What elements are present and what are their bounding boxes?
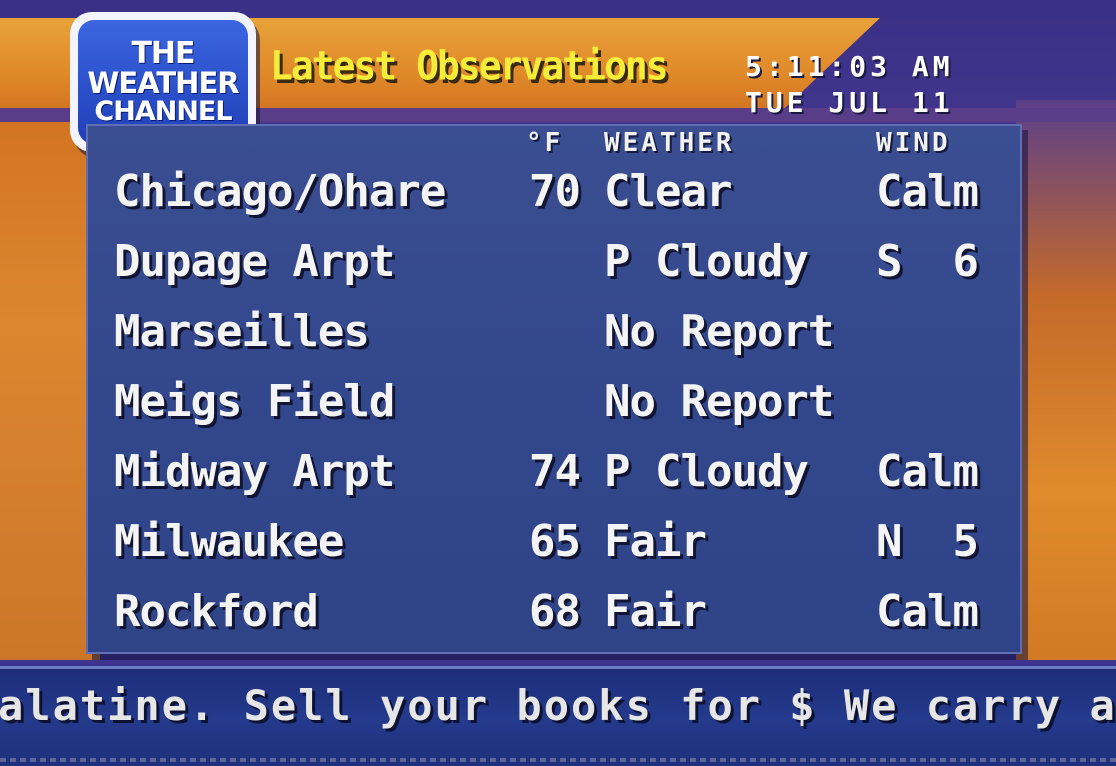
column-header-wind: WIND [876,128,951,158]
scanline-artifact [0,758,1116,762]
wind: Calm [876,166,979,217]
weather-condition: P Cloudy [604,446,809,497]
weather-condition: Clear [604,166,732,217]
clock-date: TUE JUL 11 [745,86,954,119]
weather-condition: No Report [604,376,834,427]
observation-row: Milwaukee 65 Fair N 5 [0,510,1116,580]
wind: N 5 [876,516,979,567]
temperature: 68 [529,586,581,637]
observation-row: Dupage Arpt P Cloudy S 6 [0,230,1116,300]
wind: Calm [876,586,979,637]
temperature: 74 [529,446,581,497]
wind: S 6 [876,236,979,287]
city-name: Chicago/Ohare [114,166,446,217]
wind: Calm [876,446,979,497]
ad-ticker: alatine. Sell your books for $ We carry … [0,666,1116,766]
logo-line-1: THE [131,36,195,71]
observation-row: Marseilles No Report [0,300,1116,370]
observation-row: Midway Arpt 74 P Cloudy Calm [0,440,1116,510]
column-header-weather: WEATHER [604,128,735,158]
column-header-temp: °F [526,128,564,158]
weather-condition: No Report [604,306,834,357]
city-name: Meigs Field [114,376,395,427]
observation-row: Rockford 68 Fair Calm [0,580,1116,650]
logo-line-3: CHANNEL [94,96,232,127]
column-headers: °F WEATHER WIND [0,128,1116,158]
weather-condition: Fair [604,516,707,567]
city-name: Midway Arpt [114,446,395,497]
city-name: Dupage Arpt [114,236,395,287]
city-name: Rockford [114,586,319,637]
clock-time: 5:11:03 AM [745,50,954,83]
city-name: Marseilles [114,306,370,357]
weather-condition: P Cloudy [604,236,809,287]
logo-line-2: WEATHER [87,66,239,100]
observation-row: Meigs Field No Report [0,370,1116,440]
weather-screen: THE WEATHER CHANNEL Latest Observations … [0,0,1116,766]
temperature: 65 [529,516,581,567]
observation-row: Chicago/Ohare 70 Clear Calm [0,160,1116,230]
city-name: Milwaukee [114,516,344,567]
page-title: Latest Observations [270,42,669,90]
temperature: 70 [529,166,581,217]
weather-condition: Fair [604,586,707,637]
ticker-text: alatine. Sell your books for $ We carry … [0,681,1116,730]
